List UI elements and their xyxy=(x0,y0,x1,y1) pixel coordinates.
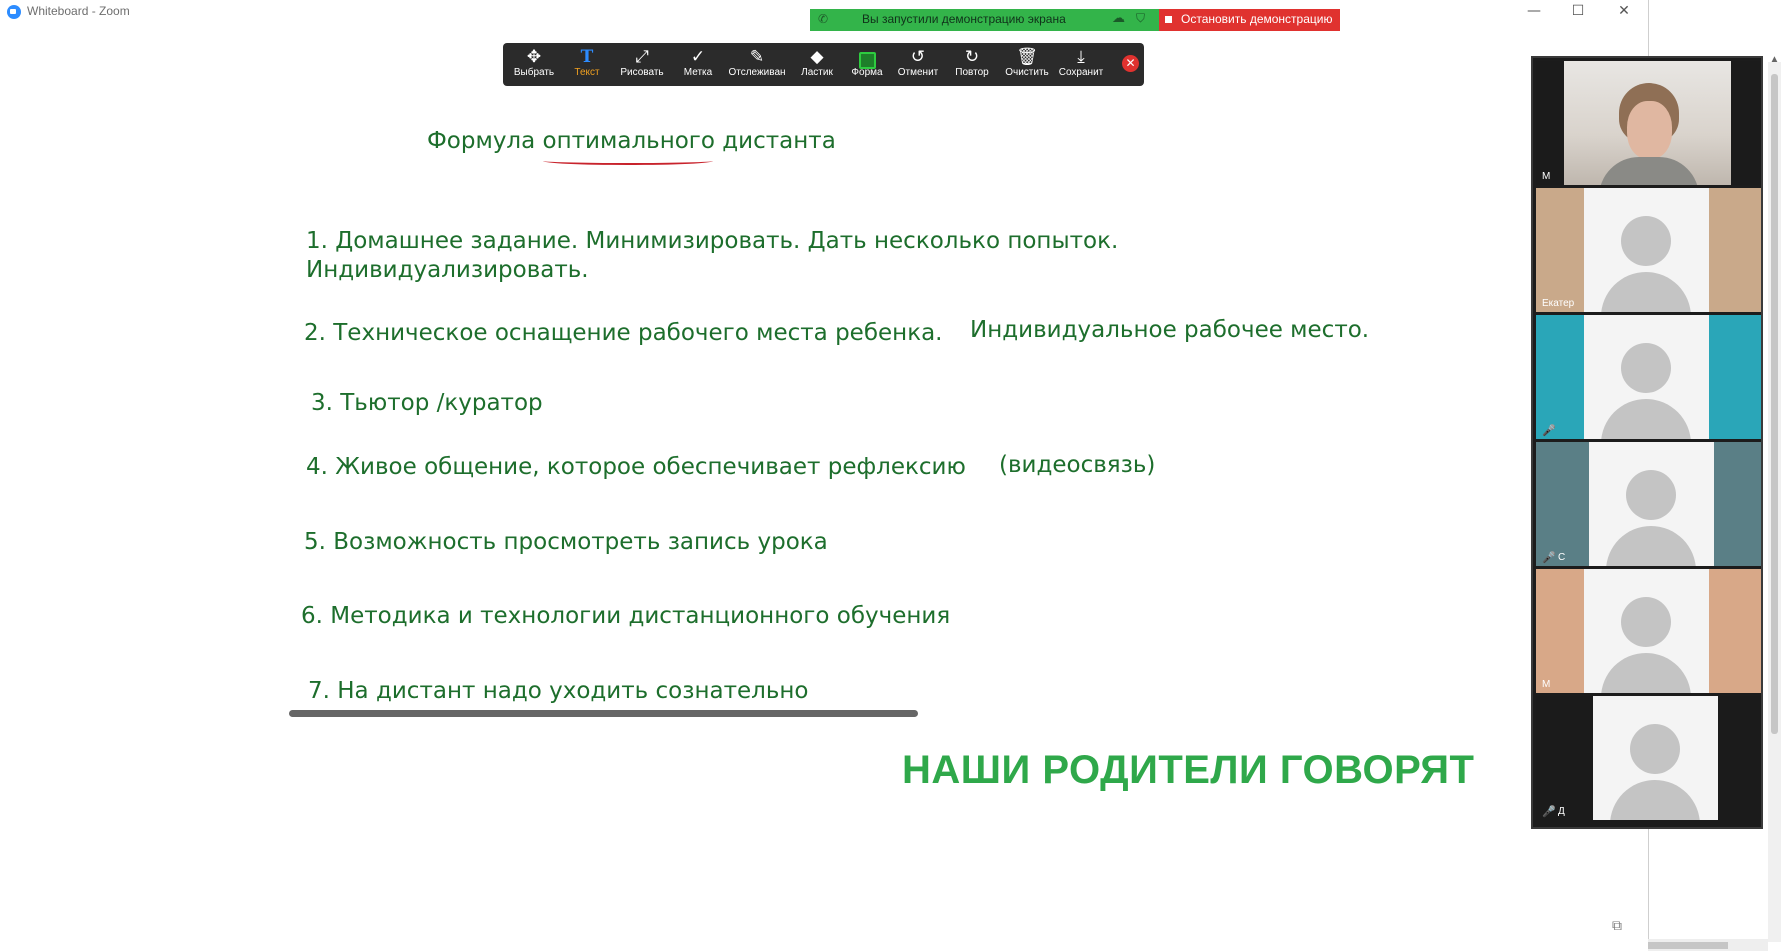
participant-avatar xyxy=(1584,315,1709,439)
participant-name: Екатер xyxy=(1542,298,1575,309)
headline-text: НАШИ РОДИТЕЛИ ГОВОРЯТ xyxy=(902,748,1475,792)
vertical-scrollbar[interactable] xyxy=(1768,62,1781,942)
tool-label: Очистить xyxy=(1005,67,1049,78)
move-icon: ✥ xyxy=(526,47,542,67)
tool-label: Метка xyxy=(683,67,713,78)
item-3: 3. Тьютор /куратор xyxy=(311,390,543,416)
tool-select-button[interactable]: ✥ Выбрать xyxy=(511,43,557,86)
participant-avatar xyxy=(1589,442,1714,566)
participant-name: С xyxy=(1558,552,1566,563)
hscrollbar-thumb[interactable] xyxy=(1648,942,1728,949)
video-gallery: М Екатер 🎤 🎤 С М 🎤 Д xyxy=(1531,56,1763,829)
item-7: 7. На дистант надо уходить сознательно xyxy=(308,678,809,704)
muted-mic-icon: 🎤 xyxy=(1542,805,1556,818)
stop-share-label: Остановить демонстрацию xyxy=(1181,12,1333,26)
red-underline-stroke xyxy=(543,157,713,165)
cloud-icon[interactable]: ☁ xyxy=(1112,11,1125,26)
maximize-button[interactable]: ☐ xyxy=(1556,0,1600,24)
participant-avatar xyxy=(1584,188,1709,312)
tool-save-button[interactable]: ⤓ Сохранит xyxy=(1057,43,1105,86)
minimize-button[interactable]: — xyxy=(1512,0,1556,24)
spotlight-icon: ✎ xyxy=(749,47,765,67)
tool-draw-button[interactable]: ⤢ Рисовать xyxy=(615,43,669,86)
item-6: 6. Методика и технологии дистанционного … xyxy=(301,603,951,629)
tool-label: Форма xyxy=(851,67,883,78)
screen-share-banner: ✆ Вы запустили демонстрацию экрана ☁ ⛉ xyxy=(810,9,1159,31)
tool-label: Отслеживан xyxy=(728,67,786,78)
stamp-icon: ✓ xyxy=(690,47,706,67)
draw-icon: ⤢ xyxy=(635,47,649,67)
tool-label: Сохранит xyxy=(1058,67,1104,78)
participant-tile[interactable]: 🎤 С xyxy=(1536,442,1761,566)
participant-tile[interactable]: М xyxy=(1536,569,1761,693)
item-4-extra: (видеосвязь) xyxy=(999,452,1156,478)
tool-label: Выбрать xyxy=(513,67,555,78)
shield-icon[interactable]: ⛉ xyxy=(1136,11,1145,26)
expand-corner-icon[interactable]: ⧉ xyxy=(1612,918,1622,934)
window-title: Whiteboard - Zoom xyxy=(27,4,130,18)
participant-video xyxy=(1564,61,1731,185)
whiteboard-title: Формула оптимального дистанта xyxy=(427,128,836,154)
stop-share-button[interactable]: Остановить демонстрацию xyxy=(1159,9,1340,31)
tool-label: Повтор xyxy=(955,67,989,78)
participant-tile-video[interactable]: М xyxy=(1536,61,1761,185)
stop-square-icon xyxy=(1165,16,1172,23)
participant-name: Д xyxy=(1558,806,1565,817)
eraser-icon: ◆ xyxy=(810,47,824,67)
undo-icon: ↺ xyxy=(910,47,926,67)
participant-name: М xyxy=(1542,679,1551,690)
tool-text-button[interactable]: T Текст xyxy=(565,43,609,86)
participant-tile[interactable]: 🎤 xyxy=(1536,315,1761,439)
tool-label: Отменит xyxy=(897,67,939,78)
tool-undo-button[interactable]: ↺ Отменит xyxy=(895,43,941,86)
save-icon: ⤓ xyxy=(1077,47,1085,67)
participant-name: М xyxy=(1542,171,1551,182)
tool-label: Рисовать xyxy=(620,67,664,78)
item-1-line-2: Индивидуализировать. xyxy=(306,257,589,283)
tool-label: Текст xyxy=(574,67,600,78)
tool-redo-button[interactable]: ↻ Повтор xyxy=(949,43,995,86)
item-2-extra: Индивидуальное рабочее место. xyxy=(970,317,1370,343)
scrollbar-thumb[interactable] xyxy=(1771,74,1778,734)
phone-icon: ✆ xyxy=(818,12,829,26)
trash-icon: 🗑 xyxy=(1016,47,1038,67)
tool-spotlight-button[interactable]: ✎ Отслеживан xyxy=(727,43,787,86)
horizontal-scrollbar[interactable] xyxy=(1648,939,1768,951)
tool-eraser-button[interactable]: ◆ Ластик xyxy=(793,43,841,86)
share-status-text: Вы запустили демонстрацию экрана xyxy=(862,12,1066,26)
tool-clear-button[interactable]: 🗑 Очистить xyxy=(1003,43,1051,86)
muted-mic-icon: 🎤 xyxy=(1542,551,1556,564)
text-icon: T xyxy=(580,47,594,67)
tool-format-button[interactable]: Форма xyxy=(845,43,889,86)
item-5: 5. Возможность просмотреть запись урока xyxy=(304,529,828,555)
close-window-button[interactable]: ✕ xyxy=(1602,0,1646,24)
grey-underline-stroke xyxy=(289,710,918,717)
participant-tile[interactable]: 🎤 Д xyxy=(1536,696,1761,820)
item-1-line-1: 1. Домашнее задание. Минимизировать. Дат… xyxy=(306,228,1119,254)
item-4: 4. Живое общение, которое обеспечивает р… xyxy=(306,454,966,480)
participant-avatar xyxy=(1593,696,1718,820)
participant-tile[interactable]: Екатер xyxy=(1536,188,1761,312)
close-toolbar-button[interactable]: ✕ xyxy=(1122,55,1139,72)
participant-avatar xyxy=(1584,569,1709,693)
item-2: 2. Техническое оснащение рабочего места … xyxy=(304,320,943,346)
redo-icon: ↻ xyxy=(964,47,980,67)
tool-label: Ластик xyxy=(801,67,833,78)
tool-stamp-button[interactable]: ✓ Метка xyxy=(675,43,721,86)
zoom-logo-icon xyxy=(7,5,21,19)
format-icon xyxy=(845,47,889,69)
muted-mic-icon: 🎤 xyxy=(1542,424,1556,437)
whiteboard-toolbar: ✥ Выбрать T Текст ⤢ Рисовать ✓ Метка ✎ О… xyxy=(503,43,1144,86)
